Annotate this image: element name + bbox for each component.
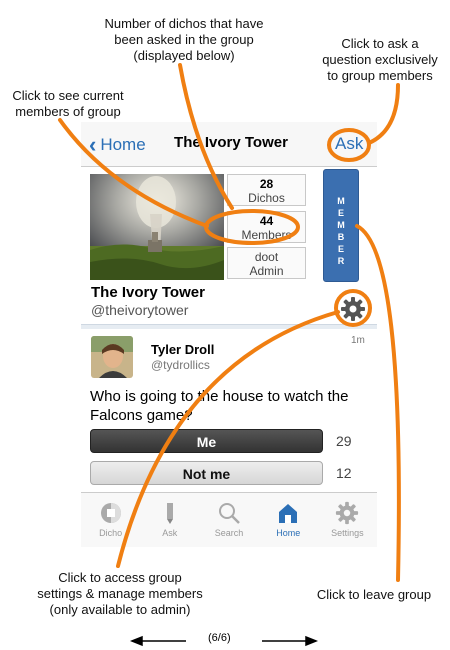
tab-home[interactable]: Home — [259, 493, 318, 547]
member-button[interactable]: M E M B E R — [323, 169, 359, 282]
tab-label: Settings — [331, 528, 364, 538]
group-settings-gear-icon[interactable] — [340, 296, 366, 322]
page-indicator: (6/6) — [208, 632, 231, 644]
post-author-name[interactable]: Tyler Droll — [151, 342, 214, 357]
members-count: 44 — [259, 214, 274, 228]
member-letter: B — [337, 232, 345, 242]
tab-label: Ask — [162, 528, 178, 538]
tab-ask[interactable]: Ask — [140, 493, 199, 547]
back-button[interactable]: ‹ Home — [89, 132, 146, 158]
post-author-handle: @tydrollics — [151, 358, 210, 372]
member-letter: R — [337, 256, 345, 266]
section-divider — [81, 324, 377, 329]
admin-label: Admin — [249, 264, 284, 278]
next-arrow-head — [305, 635, 319, 647]
tab-label: Home — [276, 528, 301, 538]
gear-icon — [336, 501, 359, 525]
search-icon — [219, 503, 240, 524]
vote-option-not-me-button[interactable]: Not me — [90, 461, 323, 485]
nav-bar: ‹ Home The Ivory Tower Ask — [81, 122, 377, 167]
admin-name: doot — [254, 250, 279, 264]
avatar[interactable] — [91, 336, 133, 378]
member-letter: M — [337, 196, 345, 206]
phone-screen: ‹ Home The Ivory Tower Ask 28 Dichos 44 … — [81, 122, 377, 547]
ask-button[interactable]: Ask — [335, 134, 363, 154]
prev-arrow-head — [129, 635, 143, 647]
pencil-icon — [166, 503, 173, 524]
tab-label: Dicho — [99, 528, 123, 538]
chevron-left-icon: ‹ — [89, 132, 97, 157]
member-letter: E — [337, 244, 344, 254]
group-name: The Ivory Tower — [91, 284, 205, 301]
page-title: The Ivory Tower — [174, 134, 288, 151]
vote-count-not-me: 12 — [336, 465, 352, 481]
group-image — [90, 174, 224, 280]
vote-option-me-button[interactable]: Me — [90, 429, 323, 453]
member-letter: E — [337, 208, 344, 218]
dichos-label: Dichos — [248, 191, 285, 205]
tab-label: Search — [214, 528, 244, 538]
admin-stat[interactable]: doot Admin — [227, 247, 306, 279]
callout-leave-group: Click to leave group — [316, 587, 432, 602]
tab-bar: Dicho Ask Search Home Settings — [81, 492, 377, 547]
home-icon — [279, 504, 298, 523]
members-count-stat[interactable]: 44 Members — [227, 211, 306, 243]
post-timestamp: 1m — [351, 335, 365, 346]
vote-count-me: 29 — [336, 433, 352, 449]
callout-ask-exclusive: Click to ask a question exclusively to g… — [322, 36, 438, 83]
dichos-count: 28 — [259, 177, 274, 191]
tab-search[interactable]: Search — [199, 493, 258, 547]
tab-dicho[interactable]: Dicho — [81, 493, 140, 547]
tab-settings[interactable]: Settings — [318, 493, 377, 547]
members-label: Members — [241, 228, 292, 242]
member-letter: M — [337, 220, 345, 230]
group-handle: @theivorytower — [91, 302, 189, 318]
dichos-count-stat[interactable]: 28 Dichos — [227, 174, 306, 206]
callout-dichos-count: Number of dichos that have been asked in… — [104, 16, 264, 63]
dicho-icon — [100, 503, 121, 523]
callout-see-members: Click to see current members of group — [12, 88, 124, 119]
callout-group-settings: Click to access group settings & manage … — [37, 570, 203, 617]
back-label: Home — [100, 135, 146, 154]
post-question: Who is going to the house to watch the F… — [90, 388, 349, 424]
